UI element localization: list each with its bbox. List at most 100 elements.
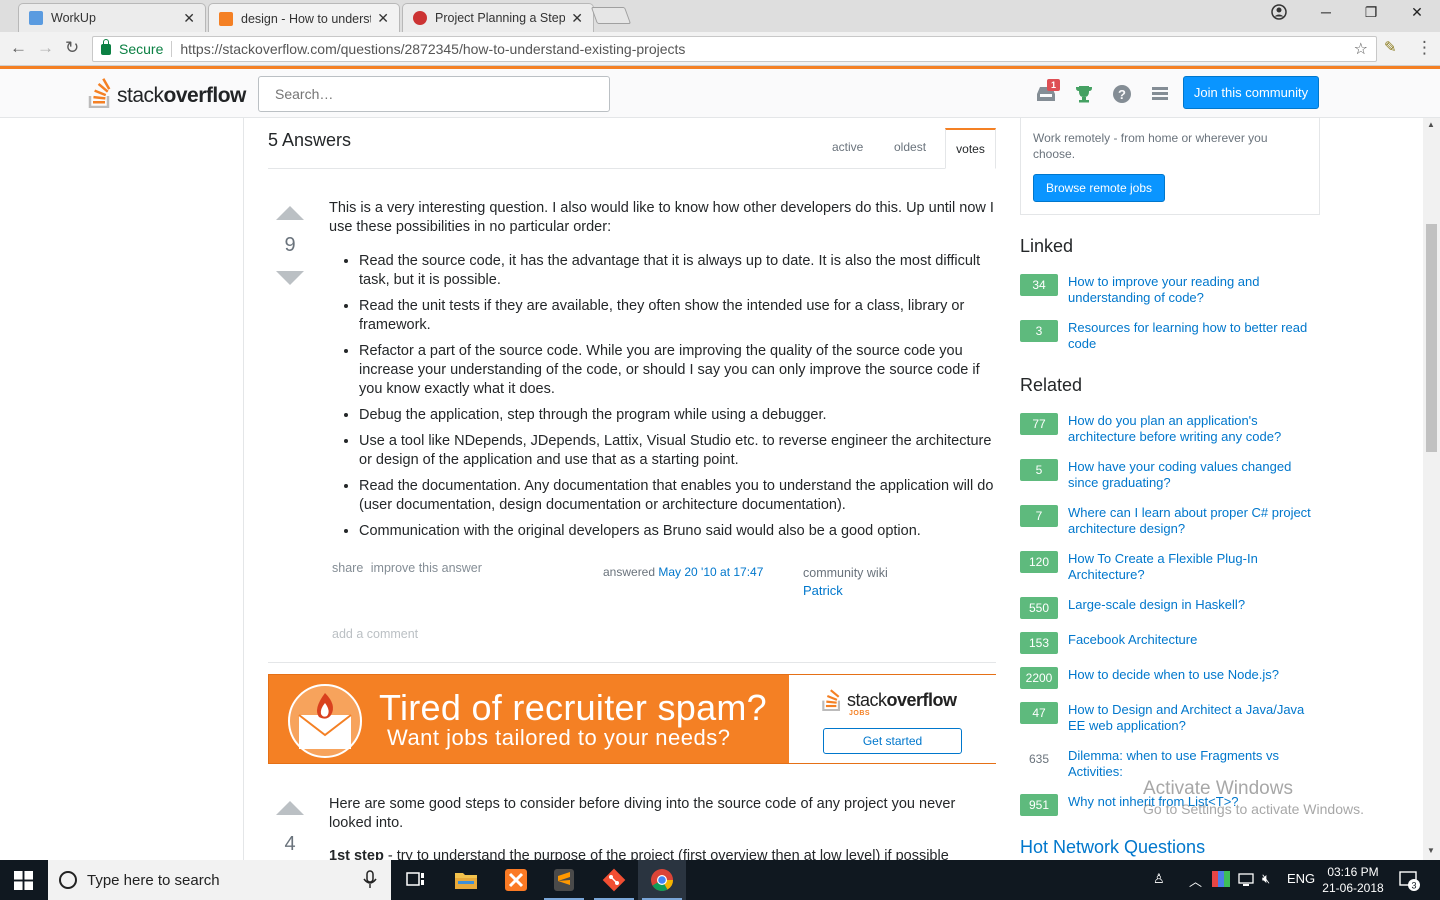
page-scrollbar[interactable]: ▲ ▼ — [1423, 118, 1440, 860]
menu-dots-icon[interactable]: ⋮ — [1416, 38, 1433, 58]
downvote-arrow-icon[interactable] — [276, 271, 304, 285]
related-item[interactable]: 47 How to Design and Architect a Java/Ja… — [1020, 702, 1320, 734]
question-link[interactable]: How have your coding values changed sinc… — [1068, 459, 1320, 491]
improve-answer-link[interactable]: improve this answer — [371, 561, 482, 575]
question-link[interactable]: Where can I learn about proper C# projec… — [1068, 505, 1320, 537]
tab-project-planning[interactable]: Project Planning a Step b ✕ — [402, 3, 594, 32]
window-close-icon[interactable]: ✕ — [1394, 4, 1440, 21]
answers-count-title: 5 Answers — [268, 130, 352, 150]
related-item[interactable]: 2200 How to decide when to use Node.js? — [1020, 667, 1320, 689]
related-item[interactable]: 120 How To Create a Flexible Plug-In Arc… — [1020, 551, 1320, 583]
ad-subline: Want jobs tailored to your needs? — [387, 725, 731, 750]
join-community-button[interactable]: Join this community — [1183, 76, 1319, 109]
tab-oldest[interactable]: oldest — [894, 140, 926, 154]
related-item[interactable]: 550 Large-scale design in Haskell? — [1020, 597, 1320, 619]
scroll-up-icon[interactable]: ▲ — [1427, 120, 1435, 129]
user-link[interactable]: Patrick — [803, 582, 888, 599]
get-started-button[interactable]: Get started — [823, 728, 962, 754]
color-tray-icon[interactable] — [1212, 871, 1230, 890]
question-link[interactable]: How To Create a Flexible Plug-In Archite… — [1068, 551, 1320, 583]
add-comment-link[interactable]: add a comment — [332, 627, 418, 641]
tab-stackoverflow[interactable]: design - How to understa ✕ — [208, 3, 400, 33]
language-indicator[interactable]: ENG — [1287, 871, 1315, 886]
stack-logo-icon — [822, 689, 841, 711]
secure-label: Secure — [119, 41, 164, 57]
back-icon[interactable]: ← — [10, 38, 27, 58]
upvote-arrow-icon[interactable] — [276, 801, 304, 815]
lock-icon — [101, 38, 111, 55]
tab-workup[interactable]: WorkUp ✕ — [18, 3, 206, 32]
inbox-count-badge: 1 — [1047, 79, 1061, 91]
score-badge: 550 — [1020, 597, 1058, 619]
tab-label: Project Planning a Step b — [435, 11, 566, 25]
bookmark-star-icon[interactable]: ☆ — [1354, 39, 1368, 59]
upvote-arrow-icon[interactable] — [276, 206, 304, 220]
tab-votes[interactable]: votes — [945, 128, 996, 169]
extension-pen-icon[interactable]: ✎ — [1384, 38, 1397, 56]
answered-date-link[interactable]: May 20 '10 at 17:47 — [658, 565, 763, 579]
scroll-down-icon[interactable]: ▼ — [1427, 846, 1435, 855]
score-badge: 7 — [1020, 505, 1058, 527]
xampp-icon[interactable] — [492, 860, 540, 900]
list-item: Read the documentation. Any documentatio… — [359, 477, 997, 515]
tab-active[interactable]: active — [832, 140, 863, 154]
show-hidden-icons-chevron-icon[interactable]: ︿ — [1189, 871, 1202, 890]
minimize-icon[interactable]: ─ — [1303, 4, 1349, 20]
action-center-icon[interactable]: 3 — [1398, 869, 1420, 894]
ad-cta-panel: stackoverflow JOBS Get started — [789, 675, 996, 763]
linked-item[interactable]: 3 Resources for learning how to better r… — [1020, 320, 1320, 352]
score-badge: 5 — [1020, 459, 1058, 481]
question-link[interactable]: How to decide when to use Node.js? — [1068, 667, 1279, 683]
file-explorer-icon[interactable] — [442, 860, 490, 900]
reload-icon[interactable]: ↻ — [65, 38, 79, 58]
related-item[interactable]: 5 How have your coding values changed si… — [1020, 459, 1320, 491]
achievements-trophy-icon[interactable] — [1072, 82, 1096, 106]
sublime-text-icon[interactable] — [540, 860, 588, 900]
chrome-icon[interactable] — [638, 860, 686, 900]
remote-jobs-text: Work remotely - from home or wherever yo… — [1033, 131, 1268, 161]
people-icon[interactable]: ♙ — [1153, 871, 1165, 887]
profile-icon[interactable] — [1256, 4, 1302, 23]
search-input[interactable] — [258, 76, 610, 112]
network-icon[interactable] — [1238, 871, 1254, 890]
question-link[interactable]: Dilemma: when to use Fragments vs Activi… — [1068, 748, 1320, 780]
clock-date: 21-06-2018 — [1322, 881, 1384, 895]
url-field[interactable]: Secure https://stackoverflow.com/questio… — [92, 36, 1377, 62]
close-icon[interactable]: ✕ — [377, 10, 389, 27]
scrollbar-thumb[interactable] — [1426, 224, 1437, 452]
task-view-icon[interactable] — [392, 860, 440, 900]
clock[interactable]: 03:16 PM 21-06-2018 — [1318, 864, 1388, 896]
question-link[interactable]: Facebook Architecture — [1068, 632, 1197, 648]
question-link[interactable]: How to Design and Architect a Java/Java … — [1068, 702, 1320, 734]
taskbar-search-field[interactable]: Type here to search — [48, 860, 391, 900]
question-link[interactable]: How do you plan an application's archite… — [1068, 413, 1320, 445]
list-item: Read the unit tests if they are availabl… — [359, 297, 997, 335]
question-link[interactable]: How to improve your reading and understa… — [1068, 274, 1320, 306]
forward-icon[interactable]: → — [37, 38, 54, 58]
answered-label: answered — [603, 565, 656, 579]
hot-network-questions-link[interactable]: Hot Network Questions — [1020, 837, 1205, 858]
git-icon[interactable] — [590, 860, 638, 900]
close-icon[interactable]: ✕ — [183, 10, 195, 27]
score-badge: 153 — [1020, 632, 1058, 654]
stackoverflow-logo[interactable]: stackoverflow — [88, 78, 246, 108]
related-item[interactable]: 77 How do you plan an application's arch… — [1020, 413, 1320, 445]
maximize-icon[interactable]: ❐ — [1348, 4, 1394, 21]
notification-count: 3 — [1411, 881, 1416, 891]
windows-start-icon[interactable] — [14, 871, 33, 890]
new-tab-button[interactable] — [590, 7, 632, 24]
browse-remote-jobs-button[interactable]: Browse remote jobs — [1033, 174, 1165, 202]
site-switcher-icon[interactable] — [1148, 82, 1172, 106]
share-link[interactable]: share — [332, 561, 363, 575]
related-item[interactable]: 7 Where can I learn about proper C# proj… — [1020, 505, 1320, 537]
question-link[interactable]: Resources for learning how to better rea… — [1068, 320, 1320, 352]
jobs-ad-banner[interactable]: Tired of recruiter spam? Want jobs tailo… — [268, 674, 996, 764]
help-icon[interactable]: ? — [1110, 82, 1134, 106]
question-link[interactable]: Large-scale design in Haskell? — [1068, 597, 1245, 613]
microphone-icon[interactable] — [363, 870, 377, 890]
related-item[interactable]: 635 Dilemma: when to use Fragments vs Ac… — [1020, 748, 1320, 780]
volume-muted-icon[interactable]: 🔇︎ — [1262, 871, 1270, 887]
close-icon[interactable]: ✕ — [571, 10, 583, 27]
linked-item[interactable]: 34 How to improve your reading and under… — [1020, 274, 1320, 306]
related-item[interactable]: 153 Facebook Architecture — [1020, 632, 1320, 654]
